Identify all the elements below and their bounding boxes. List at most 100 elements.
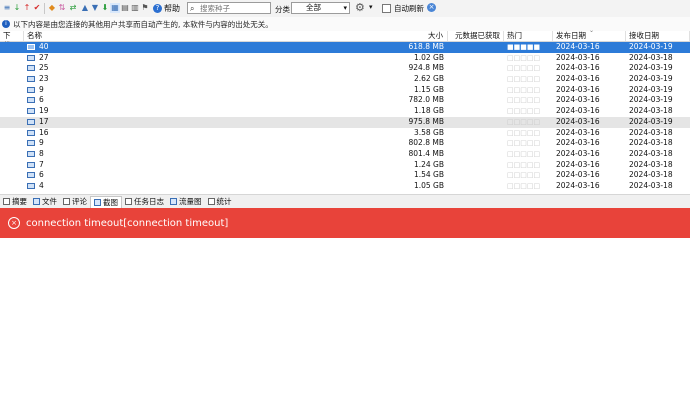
tab-label: 任务日志 — [134, 197, 164, 206]
row-hot: □□□□□ — [504, 117, 553, 128]
summary-icon — [3, 198, 10, 205]
table-row[interactable]: 40 618.8 MB ■■■■■ 2024-03-16 2024-03-19 — [0, 42, 690, 53]
download-green-icon[interactable]: ↓ — [12, 3, 22, 13]
auto-refresh-checkbox[interactable] — [382, 4, 391, 13]
row-published: 2024-03-16 — [556, 106, 600, 116]
search-box[interactable]: ⌕ — [187, 2, 271, 14]
header-size[interactable]: 大小 — [395, 31, 448, 41]
notice-bar: i 以下内容是由您连接的其他用户共享而自动产生的, 本软件与内容的出处无关。 — [0, 17, 690, 32]
checkmark-icon[interactable]: ✔ — [32, 3, 42, 13]
down-arrow-icon[interactable]: ▼ — [90, 3, 100, 13]
list-icon[interactable]: ≡ — [2, 3, 12, 13]
category-select[interactable]: 全部 ▾ — [291, 2, 350, 14]
tab-log[interactable]: 任务日志 — [122, 196, 167, 208]
row-name: 27 — [39, 52, 49, 62]
table-row[interactable]: 27 1.02 GB □□□□□ 2024-03-16 2024-03-18 — [0, 53, 690, 64]
table-row[interactable]: 23 2.62 GB □□□□□ 2024-03-16 2024-03-19 — [0, 74, 690, 85]
torrent-icon — [27, 54, 35, 61]
torrent-icon — [27, 44, 35, 50]
table-row[interactable]: 25 924.8 MB □□□□□ 2024-03-16 2024-03-19 — [0, 63, 690, 74]
search-input[interactable] — [200, 3, 270, 13]
header-received[interactable]: 接收日期 — [626, 31, 690, 41]
tab-file[interactable]: 文件 — [30, 196, 60, 208]
row-size: 802.8 MB — [408, 138, 444, 148]
table-row[interactable]: 7 1.24 GB □□□□□ 2024-03-16 2024-03-18 — [0, 160, 690, 171]
row-received: 2024-03-18 — [629, 159, 673, 169]
close-icon[interactable]: × — [427, 3, 436, 12]
row-name-cell: 40 — [24, 42, 448, 53]
row-hot: □□□□□ — [504, 53, 553, 64]
header-hot[interactable]: 热门 — [504, 31, 553, 41]
tab-stats[interactable]: 统计 — [205, 196, 235, 208]
row-meta — [452, 117, 504, 128]
row-received: 2024-03-19 — [629, 116, 673, 126]
upload-red-icon[interactable]: ↑ — [22, 3, 32, 13]
row-published: 2024-03-16 — [556, 148, 600, 158]
row-received: 2024-03-18 — [629, 52, 673, 62]
row-published: 2024-03-16 — [556, 159, 600, 169]
header-meta[interactable]: 元数据已获取 — [452, 31, 504, 41]
table-row[interactable]: 9 1.15 GB □□□□□ 2024-03-16 2024-03-19 — [0, 85, 690, 96]
download-icon[interactable]: ⬇ — [100, 3, 110, 13]
hot-rating: □□□□□ — [507, 149, 541, 158]
row-published: 2024-03-16 — [556, 170, 600, 180]
help-button[interactable]: ? 帮助 — [153, 2, 180, 15]
row-name: 40 — [39, 42, 49, 51]
table-row[interactable]: 17 975.8 MB □□□□□ 2024-03-16 2024-03-19 — [0, 116, 690, 128]
table-row[interactable]: 4 1.05 GB □□□□□ 2024-03-16 2024-03-18 — [0, 181, 690, 192]
help-icon: ? — [153, 4, 162, 13]
row-name-cell: 6 — [24, 95, 448, 106]
table-row[interactable]: 6 782.0 MB □□□□□ 2024-03-16 2024-03-19 — [0, 95, 690, 106]
active-icon[interactable]: ▦ — [110, 3, 120, 13]
row-hot: □□□□□ — [504, 149, 553, 160]
row-name: 17 — [39, 116, 49, 126]
row-size: 618.8 MB — [408, 42, 444, 51]
up-arrow-icon[interactable]: ▲ — [80, 3, 90, 13]
header-name[interactable]: 名称 — [24, 31, 448, 41]
tab-screenshot[interactable]: 截图 — [90, 195, 122, 208]
table-row[interactable]: 16 3.58 GB □□□□□ 2024-03-16 2024-03-18 — [0, 128, 690, 139]
torrent-icon — [27, 97, 35, 104]
torrent-icon — [27, 65, 35, 72]
header-download[interactable]: 下载... — [0, 31, 24, 50]
torrent-icon — [27, 108, 35, 115]
detail-tabs: 摘要 文件 评论 截图 任务日志 流量图 统计 — [0, 194, 690, 208]
document-icon[interactable]: ▥ — [130, 3, 140, 13]
auto-refresh-toggle[interactable]: 自动刷新 — [382, 3, 424, 14]
category-label: 分类 — [275, 5, 290, 14]
tab-chart[interactable]: 流量图 — [167, 196, 205, 208]
tab-comment[interactable]: 评论 — [60, 196, 90, 208]
table-row[interactable]: 8 801.4 MB □□□□□ 2024-03-16 2024-03-18 — [0, 149, 690, 160]
row-published: 2024-03-16 — [556, 127, 600, 137]
table-row[interactable]: 19 1.18 GB □□□□□ 2024-03-16 2024-03-18 — [0, 106, 690, 117]
row-name: 9 — [39, 84, 44, 94]
document-icon[interactable]: ▤ — [120, 3, 130, 13]
row-name-cell: 8 — [24, 149, 448, 160]
table-row[interactable]: 9 802.8 MB □□□□□ 2024-03-16 2024-03-18 — [0, 138, 690, 149]
torrent-icon — [27, 182, 35, 189]
torrent-table: 下载... 名称 大小 元数据已获取 热门 发布日期 接收日期 40 618.8 … — [0, 31, 690, 192]
row-name-cell: 27 — [24, 53, 448, 64]
error-icon: × — [8, 217, 20, 229]
filter-icon[interactable]: ⚑ — [140, 3, 150, 13]
table-row[interactable]: 6 1.54 GB □□□□□ 2024-03-16 2024-03-18 — [0, 170, 690, 181]
row-hot: □□□□□ — [504, 160, 553, 171]
torrent-icon — [27, 150, 35, 157]
arrow-icon[interactable]: ⇄ — [68, 3, 78, 13]
gear-icon[interactable]: ⚙ — [355, 2, 365, 14]
row-published: 2024-03-16 — [556, 74, 600, 84]
sort-icon[interactable]: ⇅ — [57, 3, 67, 13]
chevron-down-icon[interactable]: ▾ — [369, 3, 373, 11]
row-received: 2024-03-18 — [629, 170, 673, 180]
row-hot: □□□□□ — [504, 95, 553, 106]
hot-rating: ■■■■■ — [507, 43, 541, 51]
row-name: 7 — [39, 159, 44, 169]
color-icon[interactable]: ◆ — [47, 3, 57, 13]
hot-rating: □□□□□ — [507, 160, 541, 169]
row-hot: □□□□□ — [504, 106, 553, 117]
row-meta — [452, 138, 504, 149]
tab-label: 统计 — [216, 197, 232, 206]
tab-summary[interactable]: 摘要 — [0, 196, 30, 208]
row-download-cell — [0, 42, 24, 53]
row-published: 2024-03-16 — [556, 84, 600, 94]
